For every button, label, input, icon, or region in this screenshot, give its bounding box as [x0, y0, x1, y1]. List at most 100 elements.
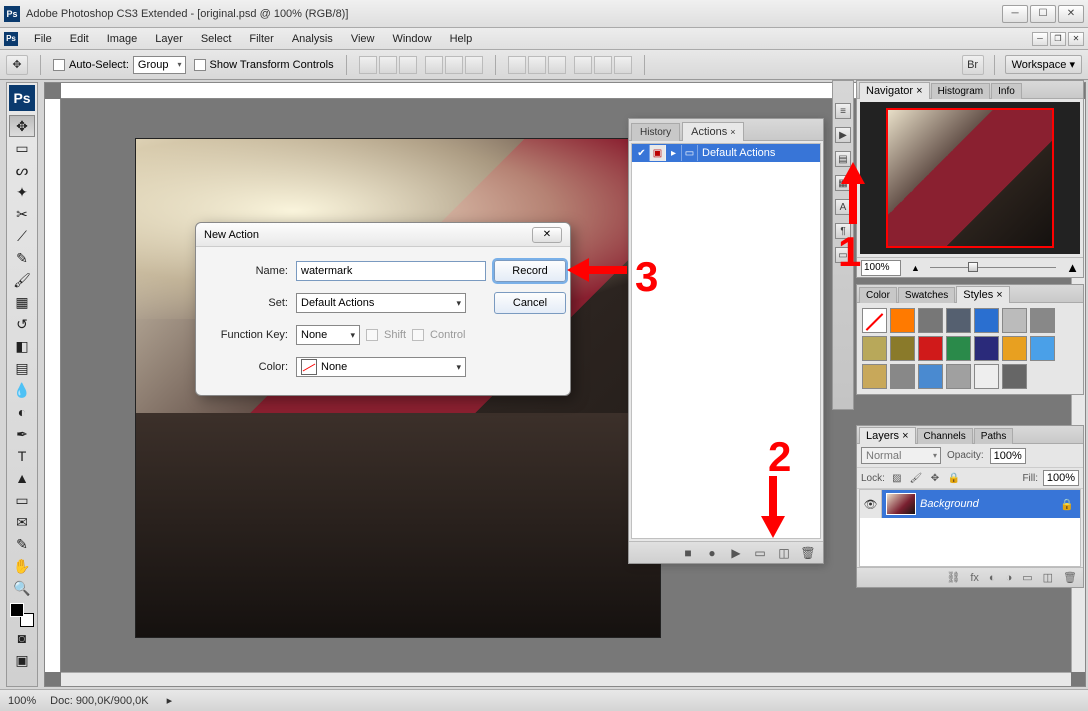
tab-color[interactable]: Color: [859, 287, 897, 303]
new-set-icon[interactable]: ▭: [753, 546, 767, 560]
distribute-top-icon[interactable]: [508, 56, 526, 74]
workspace-dropdown[interactable]: Workspace ▾: [1005, 55, 1082, 74]
lock-all-icon[interactable]: 🔒: [947, 471, 961, 485]
layer-list[interactable]: 👁 Background 🔒: [859, 489, 1081, 567]
eyedropper-tool[interactable]: ✎: [9, 533, 35, 555]
style-swatch[interactable]: [1030, 336, 1055, 361]
mdi-restore-button[interactable]: ❐: [1050, 32, 1066, 46]
auto-select-checkbox[interactable]: [53, 59, 65, 71]
notes-tool[interactable]: ✉: [9, 511, 35, 533]
menu-view[interactable]: View: [343, 31, 383, 47]
lock-position-icon[interactable]: ✥: [928, 471, 942, 485]
well-paragraph-icon[interactable]: ¶: [835, 223, 851, 239]
blur-tool[interactable]: 💧: [9, 379, 35, 401]
tab-swatches[interactable]: Swatches: [898, 287, 955, 303]
style-swatch[interactable]: [918, 364, 943, 389]
window-close-button[interactable]: ✕: [1058, 5, 1084, 23]
menu-edit[interactable]: Edit: [62, 31, 97, 47]
style-swatch[interactable]: [862, 308, 887, 333]
healing-brush-tool[interactable]: ✎: [9, 247, 35, 269]
well-play-icon[interactable]: ▶: [835, 127, 851, 143]
action-expand-icon[interactable]: ▸: [666, 145, 682, 161]
pen-tool[interactable]: ✒: [9, 423, 35, 445]
shift-checkbox[interactable]: [366, 329, 378, 341]
navigator-zoom-slider[interactable]: [930, 265, 1056, 271]
tab-paths[interactable]: Paths: [974, 428, 1014, 444]
link-layers-icon[interactable]: ⛓: [946, 571, 960, 584]
layer-visibility-icon[interactable]: 👁: [860, 490, 882, 518]
actions-list[interactable]: ✔ ▣ ▸ ▭ Default Actions: [631, 143, 821, 539]
distribute-hcenter-icon[interactable]: [594, 56, 612, 74]
tab-layers[interactable]: Layers ×: [859, 427, 916, 444]
distribute-vcenter-icon[interactable]: [528, 56, 546, 74]
well-clone-icon[interactable]: ▭: [835, 247, 851, 263]
distribute-right-icon[interactable]: [614, 56, 632, 74]
style-swatch[interactable]: [918, 308, 943, 333]
cancel-button[interactable]: Cancel: [494, 292, 566, 314]
menu-filter[interactable]: Filter: [241, 31, 281, 47]
menu-layer[interactable]: Layer: [147, 31, 191, 47]
status-zoom[interactable]: 100%: [8, 695, 36, 707]
gradient-tool[interactable]: ▤: [9, 357, 35, 379]
style-swatch[interactable]: [890, 308, 915, 333]
show-transform-checkbox[interactable]: [194, 59, 206, 71]
style-swatch[interactable]: [974, 364, 999, 389]
align-left-icon[interactable]: [425, 56, 443, 74]
distribute-left-icon[interactable]: [574, 56, 592, 74]
dodge-tool[interactable]: ◐: [9, 401, 35, 423]
control-checkbox[interactable]: [412, 329, 424, 341]
style-swatch[interactable]: [1002, 308, 1027, 333]
layer-thumbnail[interactable]: [886, 493, 916, 515]
menu-select[interactable]: Select: [193, 31, 240, 47]
align-hcenter-icon[interactable]: [445, 56, 463, 74]
menu-window[interactable]: Window: [384, 31, 439, 47]
action-name-input[interactable]: [296, 261, 486, 281]
adjustment-layer-icon[interactable]: ◑: [1006, 572, 1013, 584]
lock-image-icon[interactable]: 🖌: [909, 471, 923, 485]
record-button[interactable]: Record: [494, 260, 566, 282]
navigator-zoom-input[interactable]: [861, 260, 901, 276]
zoom-tool[interactable]: 🔍: [9, 577, 35, 599]
dialog-close-button[interactable]: ✕: [532, 227, 562, 243]
tab-histogram[interactable]: Histogram: [931, 83, 991, 99]
style-swatch[interactable]: [946, 336, 971, 361]
align-right-icon[interactable]: [465, 56, 483, 74]
stop-icon[interactable]: ■: [681, 546, 695, 560]
style-swatch[interactable]: [1002, 364, 1027, 389]
move-tool[interactable]: ✥: [9, 115, 35, 137]
action-set-default[interactable]: ✔ ▣ ▸ ▭ Default Actions: [632, 144, 820, 162]
marquee-tool[interactable]: ▭: [9, 137, 35, 159]
action-dialog-icon[interactable]: ▣: [650, 145, 666, 161]
menu-file[interactable]: File: [26, 31, 60, 47]
style-swatch[interactable]: [890, 336, 915, 361]
tab-info[interactable]: Info: [991, 83, 1022, 99]
move-tool-indicator[interactable]: ✥: [6, 55, 28, 75]
foreground-background-swatches[interactable]: [10, 603, 34, 627]
slice-tool[interactable]: ⟋: [9, 225, 35, 247]
style-swatch[interactable]: [890, 364, 915, 389]
styles-grid[interactable]: [857, 303, 1083, 394]
tab-channels[interactable]: Channels: [917, 428, 973, 444]
quick-mask-toggle[interactable]: ◙: [9, 627, 35, 649]
record-icon[interactable]: ●: [705, 546, 719, 560]
magic-wand-tool[interactable]: ✦: [9, 181, 35, 203]
layer-fx-icon[interactable]: fx: [970, 572, 979, 584]
tab-history[interactable]: History: [631, 123, 680, 141]
action-toggle-icon[interactable]: ✔: [634, 145, 650, 161]
new-layer-icon[interactable]: ◫: [1043, 571, 1053, 584]
layer-name-label[interactable]: Background: [920, 498, 979, 510]
style-swatch[interactable]: [974, 336, 999, 361]
crop-tool[interactable]: ✂: [9, 203, 35, 225]
status-doc-size[interactable]: Doc: 900,0K/900,0K: [50, 695, 148, 707]
align-vcenter-icon[interactable]: [379, 56, 397, 74]
brush-tool[interactable]: 🖌: [9, 269, 35, 291]
layer-mask-icon[interactable]: ◐: [989, 572, 996, 584]
path-select-tool[interactable]: ▲: [9, 467, 35, 489]
style-swatch[interactable]: [862, 364, 887, 389]
hand-tool[interactable]: ✋: [9, 555, 35, 577]
menu-analysis[interactable]: Analysis: [284, 31, 341, 47]
trash-icon[interactable]: 🗑: [801, 546, 815, 560]
function-key-dropdown[interactable]: None: [296, 325, 360, 345]
style-swatch[interactable]: [862, 336, 887, 361]
mdi-minimize-button[interactable]: ─: [1032, 32, 1048, 46]
